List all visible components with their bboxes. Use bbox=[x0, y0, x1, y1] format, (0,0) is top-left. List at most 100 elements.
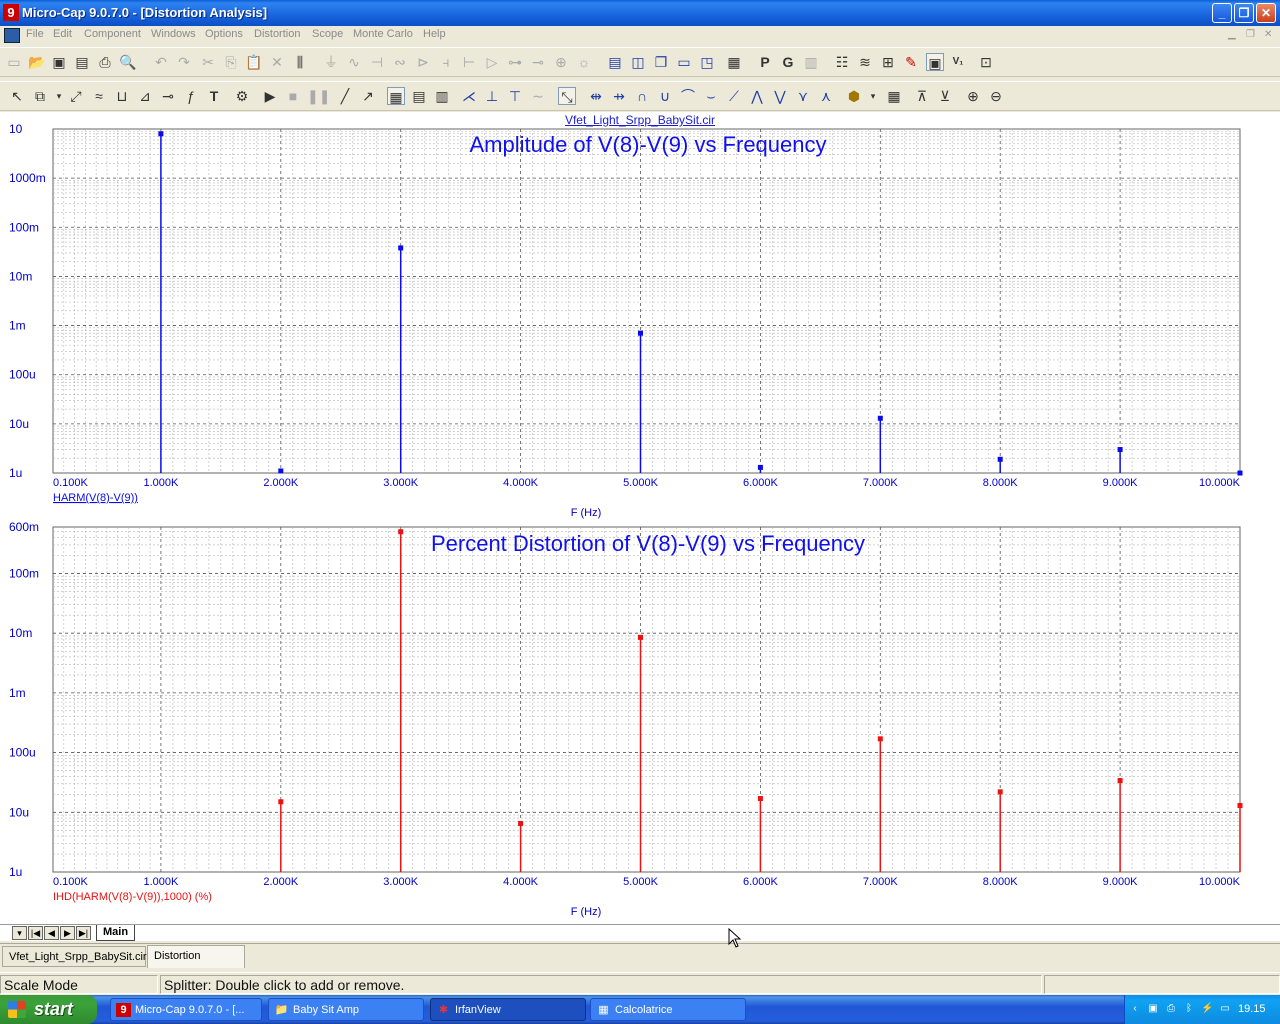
marker-icon[interactable]: ✎ bbox=[902, 53, 920, 71]
save-icon[interactable]: ▣ bbox=[50, 53, 68, 71]
redo-icon[interactable]: ↷ bbox=[175, 53, 193, 71]
g-key-icon[interactable]: G bbox=[779, 53, 797, 71]
paste-icon[interactable]: 📋 bbox=[245, 53, 263, 71]
task-baby-sit-amp[interactable]: 📁 Baby Sit Amp bbox=[268, 998, 424, 1021]
menu-distortion[interactable]: Distortion bbox=[254, 28, 300, 40]
task-irfanview[interactable]: ✱ IrfanView bbox=[430, 998, 586, 1021]
menu-options[interactable]: Options bbox=[205, 28, 243, 40]
run-icon[interactable]: ▶ bbox=[261, 87, 279, 105]
next-peak-icon[interactable]: ∩ bbox=[633, 87, 651, 105]
inflection-icon[interactable]: ⟋ bbox=[725, 87, 743, 105]
graph-icon[interactable]: ≈ bbox=[90, 87, 108, 105]
lamp-icon[interactable]: ☼ bbox=[575, 53, 593, 71]
grid-text-icon[interactable]: ▥ bbox=[802, 53, 820, 71]
distortion-plots[interactable]: 10 1000m 100m 10m 1m 100u 10u 1u 0.100K 1.000K 2.0… bbox=[0, 112, 1280, 924]
next-valley-icon[interactable]: ∪ bbox=[656, 87, 674, 105]
safely-remove-icon[interactable]: ⚡ bbox=[1201, 1003, 1213, 1015]
attribute-text-icon[interactable]: ⫼ bbox=[291, 53, 309, 71]
high-icon[interactable]: ⊤ bbox=[506, 87, 524, 105]
formula-icon[interactable]: ƒ bbox=[182, 87, 200, 105]
data-points-icon[interactable]: ⊿ bbox=[136, 87, 154, 105]
inductor-icon[interactable]: ∾ bbox=[391, 53, 409, 71]
menu-file[interactable]: File bbox=[26, 28, 44, 40]
task-calcolatrice[interactable]: ▦ Calcolatrice bbox=[590, 998, 746, 1021]
tray-expand-icon[interactable]: ‹ bbox=[1129, 1003, 1141, 1015]
zoom-out-icon[interactable]: ⊖ bbox=[987, 87, 1005, 105]
split-horizontal-icon[interactable]: ▤ bbox=[606, 53, 624, 71]
component-dropdown-icon[interactable]: ▾ bbox=[50, 87, 68, 105]
tab-menu-button[interactable]: ▾ bbox=[12, 926, 27, 940]
max-icon[interactable]: ⋀ bbox=[748, 87, 766, 105]
scale-mode-icon[interactable]: ⤡ bbox=[558, 87, 576, 105]
mdi-minimize-icon[interactable]: ▁ bbox=[1228, 29, 1242, 41]
component-list-icon[interactable]: ☷ bbox=[833, 53, 851, 71]
new-icon[interactable]: ▭ bbox=[5, 53, 23, 71]
bluetooth-icon[interactable]: ᛒ bbox=[1183, 1003, 1195, 1015]
window-icon[interactable]: ⊔ bbox=[113, 87, 131, 105]
arrow-line-icon[interactable]: ↗ bbox=[359, 87, 377, 105]
document-window-icon[interactable] bbox=[4, 28, 20, 43]
tile-icon[interactable]: ▭ bbox=[675, 53, 693, 71]
title-bar[interactable]: 9 Micro-Cap 9.0.7.0 - [Distortion Analys… bbox=[0, 0, 1280, 26]
undo-icon[interactable]: ↶ bbox=[152, 53, 170, 71]
cursor-right-icon[interactable]: ⇸ bbox=[610, 87, 628, 105]
tokens-icon[interactable]: ⊸ bbox=[159, 87, 177, 105]
minimize-button[interactable]: _ bbox=[1212, 3, 1232, 23]
animate-icon[interactable]: ▣ bbox=[926, 53, 944, 71]
scale-icon[interactable]: ⤢ bbox=[67, 87, 85, 105]
menu-windows[interactable]: Windows bbox=[151, 28, 196, 40]
difference-icon[interactable]: ⊻ bbox=[936, 87, 954, 105]
grid-major-icon[interactable]: ▦ bbox=[387, 87, 405, 105]
restore-button[interactable]: ❐ bbox=[1234, 3, 1254, 23]
select-mode-icon[interactable]: ↖ bbox=[8, 87, 26, 105]
menu-monte-carlo[interactable]: Monte Carlo bbox=[353, 28, 413, 40]
component-mode-icon[interactable]: ⧉ bbox=[31, 87, 49, 105]
stop-icon[interactable]: ■ bbox=[284, 87, 302, 105]
properties-icon[interactable]: ⚙ bbox=[233, 87, 251, 105]
pause-icon[interactable]: ❚❚ bbox=[307, 87, 330, 105]
menu-help[interactable]: Help bbox=[423, 28, 446, 40]
copy-icon[interactable]: ⎘ bbox=[222, 53, 240, 71]
mdi-close-icon[interactable]: ✕ bbox=[1264, 29, 1278, 41]
text-icon[interactable]: T bbox=[205, 87, 223, 105]
data-table-icon[interactable]: ▦ bbox=[885, 87, 903, 105]
tag-dropdown-icon[interactable]: ▾ bbox=[864, 87, 882, 105]
plot-window[interactable]: Vfet_Light_Srpp_BabySit.cir 10 1000m 100m 1… bbox=[0, 112, 1280, 924]
plot-preview-icon[interactable]: ⊡ bbox=[977, 53, 995, 71]
peak-icon[interactable]: ⋌ bbox=[460, 87, 478, 105]
prev-tab-button[interactable]: ◀ bbox=[44, 926, 59, 940]
next-tab-button[interactable]: ▶ bbox=[60, 926, 75, 940]
tab-main[interactable]: Main bbox=[96, 925, 136, 941]
open-icon[interactable]: 📂 bbox=[28, 53, 46, 71]
menu-scope[interactable]: Scope bbox=[312, 28, 343, 40]
save-all-icon[interactable]: ▤ bbox=[73, 53, 91, 71]
battery-icon[interactable]: ⫞ bbox=[437, 53, 455, 71]
slope-icon[interactable]: ⊼ bbox=[913, 87, 931, 105]
cascade-icon[interactable]: ❐ bbox=[652, 53, 670, 71]
go-to-y-icon[interactable]: ⋏ bbox=[817, 87, 835, 105]
menu-edit[interactable]: Edit bbox=[53, 28, 72, 40]
overlap-icon[interactable]: ◳ bbox=[698, 53, 716, 71]
printer-icon[interactable]: ⎙ bbox=[1165, 1003, 1177, 1015]
capacitor-icon[interactable]: ⊣ bbox=[368, 53, 386, 71]
monitor-icon[interactable]: ▭ bbox=[1219, 1003, 1231, 1015]
app-icon[interactable]: 9 bbox=[3, 4, 19, 21]
menu-component[interactable]: Component bbox=[84, 28, 141, 40]
go-to-x-icon[interactable]: ⋎ bbox=[794, 87, 812, 105]
print-icon[interactable]: ⎙ bbox=[96, 53, 114, 71]
probe-icon[interactable]: ⊞ bbox=[879, 53, 897, 71]
min-icon[interactable]: ⋁ bbox=[771, 87, 789, 105]
low-icon[interactable]: ∼ bbox=[529, 87, 547, 105]
switch-icon[interactable]: ⊶ bbox=[506, 53, 524, 71]
line-icon[interactable]: ╱ bbox=[336, 87, 354, 105]
last-tab-button[interactable]: ▶| bbox=[76, 926, 91, 940]
grid-minor-icon[interactable]: ▤ bbox=[410, 87, 428, 105]
first-tab-button[interactable]: |◀ bbox=[28, 926, 43, 940]
tag-icon[interactable]: ⬢ bbox=[845, 87, 863, 105]
value-readout-icon[interactable]: V₁ bbox=[949, 53, 967, 71]
opamp-icon[interactable]: ▷ bbox=[483, 53, 501, 71]
global-low-icon[interactable]: ⌣ bbox=[702, 87, 720, 105]
split-vertical-icon[interactable]: ◫ bbox=[629, 53, 647, 71]
calculator-icon[interactable]: ▦ bbox=[725, 53, 743, 71]
delete-icon[interactable]: ✕ bbox=[268, 53, 286, 71]
